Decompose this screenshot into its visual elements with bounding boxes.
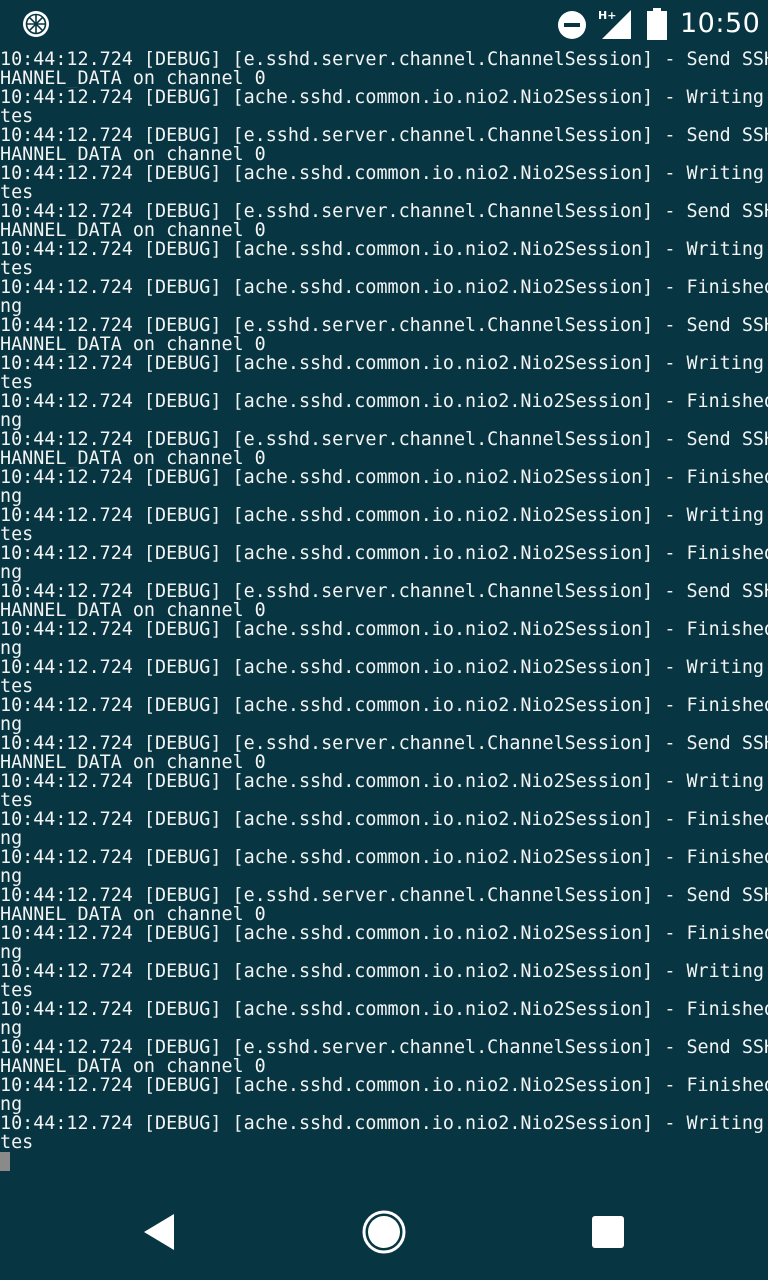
terminal-line: 10:44:12.724 [DEBUG] [e.sshd.server.chan… — [0, 316, 768, 335]
terminal-line: 10:44:12.724 [DEBUG] [ache.sshd.common.i… — [0, 354, 768, 373]
terminal-line: 10:44:12.724 [DEBUG] [ache.sshd.common.i… — [0, 810, 768, 829]
terminal-line: HANNEL_DATA on channel 0 — [0, 753, 266, 772]
terminal-line: tes — [0, 677, 34, 696]
terminal-line: 10:44:12.724 [DEBUG] [ache.sshd.common.i… — [0, 88, 768, 107]
terminal-line: 10:44:12.724 [DEBUG] [ache.sshd.common.i… — [0, 620, 768, 639]
terminal-line: 10:44:12.724 [DEBUG] [e.sshd.server.chan… — [0, 582, 768, 601]
terminal-line: 10:44:12.724 [DEBUG] [ache.sshd.common.i… — [0, 164, 768, 183]
terminal-line: tes — [0, 1133, 34, 1152]
terminal-line: 10:44:12.724 [DEBUG] [ache.sshd.common.i… — [0, 544, 768, 563]
terminal-line: 10:44:12.724 [DEBUG] [ache.sshd.common.i… — [0, 696, 768, 715]
terminal-line: ng — [0, 829, 23, 848]
terminal-line: ng — [0, 867, 23, 886]
network-type-label: H+ — [598, 9, 616, 22]
do-not-disturb-icon — [558, 11, 586, 39]
terminal-line: HANNEL_DATA on channel 0 — [0, 69, 266, 88]
terminal-line: 10:44:12.724 [DEBUG] [e.sshd.server.chan… — [0, 50, 768, 69]
terminal-output[interactable]: 10:44:12.724 [DEBUG] [e.sshd.server.chan… — [0, 50, 768, 1176]
terminal-line: HANNEL_DATA on channel 0 — [0, 335, 266, 354]
home-circle-icon — [362, 1210, 406, 1254]
terminal-line: 10:44:12.724 [DEBUG] [ache.sshd.common.i… — [0, 506, 768, 525]
terminal-line: tes — [0, 183, 34, 202]
terminal-line: tes — [0, 981, 34, 1000]
terminal-line: HANNEL_DATA on channel 0 — [0, 221, 266, 240]
terminal-line: 10:44:12.724 [DEBUG] [ache.sshd.common.i… — [0, 962, 768, 981]
terminal-line: 10:44:12.724 [DEBUG] [ache.sshd.common.i… — [0, 240, 768, 259]
home-button[interactable] — [360, 1208, 408, 1256]
status-clock: 10:50 — [680, 8, 761, 39]
terminal-line: 10:44:12.724 [DEBUG] [ache.sshd.common.i… — [0, 848, 768, 867]
terminal-line: ng — [0, 1019, 23, 1038]
terminal-line: 10:44:12.724 [DEBUG] [ache.sshd.common.i… — [0, 468, 768, 487]
terminal-line: 10:44:12.724 [DEBUG] [ache.sshd.common.i… — [0, 1000, 768, 1019]
battery-full-icon — [647, 8, 667, 40]
terminal-line: tes — [0, 107, 34, 126]
terminal-line: HANNEL_DATA on channel 0 — [0, 145, 266, 164]
terminal-line: 10:44:12.724 [DEBUG] [e.sshd.server.chan… — [0, 126, 768, 145]
terminal-line: 10:44:12.724 [DEBUG] [ache.sshd.common.i… — [0, 1076, 768, 1095]
terminal-line: ng — [0, 411, 23, 430]
terminal-line: ng — [0, 563, 23, 582]
terminal-line: 10:44:12.724 [DEBUG] [e.sshd.server.chan… — [0, 886, 768, 905]
terminal-line: 10:44:12.724 [DEBUG] [e.sshd.server.chan… — [0, 430, 768, 449]
terminal-line: ng — [0, 487, 23, 506]
terminal-line: ng — [0, 715, 23, 734]
recents-button[interactable] — [584, 1208, 632, 1256]
terminal-line: HANNEL_DATA on channel 0 — [0, 449, 266, 468]
terminal-line: 10:44:12.724 [DEBUG] [ache.sshd.common.i… — [0, 658, 768, 677]
navigation-bar — [0, 1184, 768, 1280]
terminal-line: ng — [0, 1095, 23, 1114]
termux-app-icon — [23, 11, 49, 37]
terminal-line: tes — [0, 525, 34, 544]
terminal-cursor — [0, 1152, 10, 1171]
terminal-line: 10:44:12.724 [DEBUG] [ache.sshd.common.i… — [0, 1114, 768, 1133]
terminal-line: ng — [0, 639, 23, 658]
terminal-line: 10:44:12.724 [DEBUG] [ache.sshd.common.i… — [0, 278, 768, 297]
back-triangle-icon — [144, 1214, 174, 1250]
terminal-line: tes — [0, 373, 34, 392]
terminal-line: 10:44:12.724 [DEBUG] [e.sshd.server.chan… — [0, 734, 768, 753]
terminal-line: HANNEL_DATA on channel 0 — [0, 1057, 266, 1076]
status-bar: H+ 10:50 — [0, 0, 768, 48]
terminal-line: HANNEL_DATA on channel 0 — [0, 601, 266, 620]
back-button[interactable] — [136, 1208, 184, 1256]
terminal-line: 10:44:12.724 [DEBUG] [ache.sshd.common.i… — [0, 772, 768, 791]
terminal-line: tes — [0, 791, 34, 810]
terminal-line: ng — [0, 943, 23, 962]
cell-signal-icon: H+ — [598, 9, 631, 39]
terminal-line: HANNEL_DATA on channel 0 — [0, 905, 266, 924]
terminal-line: ng — [0, 297, 23, 316]
terminal-line: 10:44:12.724 [DEBUG] [e.sshd.server.chan… — [0, 202, 768, 221]
recents-square-icon — [592, 1216, 624, 1248]
terminal-line: 10:44:12.724 [DEBUG] [e.sshd.server.chan… — [0, 1038, 768, 1057]
terminal-line: 10:44:12.724 [DEBUG] [ache.sshd.common.i… — [0, 924, 768, 943]
terminal-line: 10:44:12.724 [DEBUG] [ache.sshd.common.i… — [0, 392, 768, 411]
terminal-line: tes — [0, 259, 34, 278]
